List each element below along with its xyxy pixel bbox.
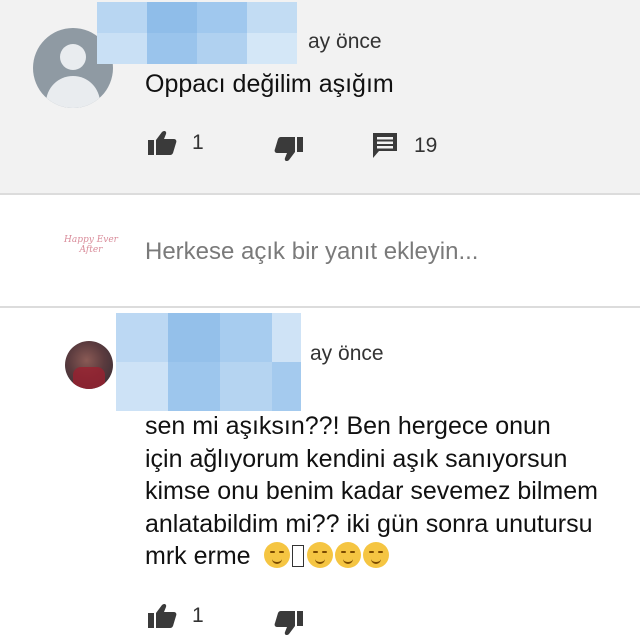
comment-line: mrk erme <box>145 542 251 570</box>
comment-line: kimse onu benim kadar sevemez bilmem <box>145 477 598 505</box>
thumb-up-icon <box>148 603 177 628</box>
like-count: 1 <box>192 604 204 627</box>
dislike-button[interactable] <box>274 610 304 636</box>
comment-time: ay önce <box>308 30 382 53</box>
reply-input[interactable]: Herkese açık bir yanıt ekleyin... <box>145 238 478 266</box>
like-button[interactable]: 1 <box>147 603 204 629</box>
thumb-down-icon <box>274 611 303 636</box>
thumb-down-icon <box>274 137 303 162</box>
redacted-username <box>97 2 297 64</box>
like-button[interactable]: 1 <box>147 130 204 156</box>
comment-time: ay önce <box>310 342 384 365</box>
avatar-figure <box>73 367 105 389</box>
comment-text: Oppacı değilim aşığım <box>145 70 394 98</box>
divider <box>0 306 640 308</box>
reply-count: 19 <box>414 134 438 157</box>
avatar-head <box>60 44 86 70</box>
emoji-icon <box>263 542 290 568</box>
missing-glyph-icon <box>291 545 304 567</box>
emoji-icon <box>334 542 361 568</box>
thumb-up-icon <box>148 130 177 155</box>
comment-card: ay önce Oppacı değilim aşığım 1 19 <box>0 0 640 193</box>
comment-line: sen mi aşıksın??! Ben hergece onun <box>145 412 551 440</box>
like-count: 1 <box>192 131 204 154</box>
avatar[interactable] <box>65 341 113 389</box>
reply-icon <box>373 133 397 158</box>
reply-button[interactable]: 19 <box>372 132 437 160</box>
redacted-username <box>116 313 301 411</box>
emoji-icon <box>362 542 389 568</box>
dislike-button[interactable] <box>274 136 304 162</box>
comment-line-last: mrk erme <box>145 540 598 573</box>
comment-text: sen mi aşıksın??! Ben hergece onun için … <box>145 410 598 573</box>
avatar-body <box>46 76 100 108</box>
comment-line: için ağlıyorum kendini aşık sanıyorsun <box>145 444 568 473</box>
emoji-icon <box>306 542 333 568</box>
channel-logo: Happy Ever After <box>64 235 118 255</box>
comment-line: anlatabildim mi?? iki gün sonra unutursu <box>145 509 593 538</box>
